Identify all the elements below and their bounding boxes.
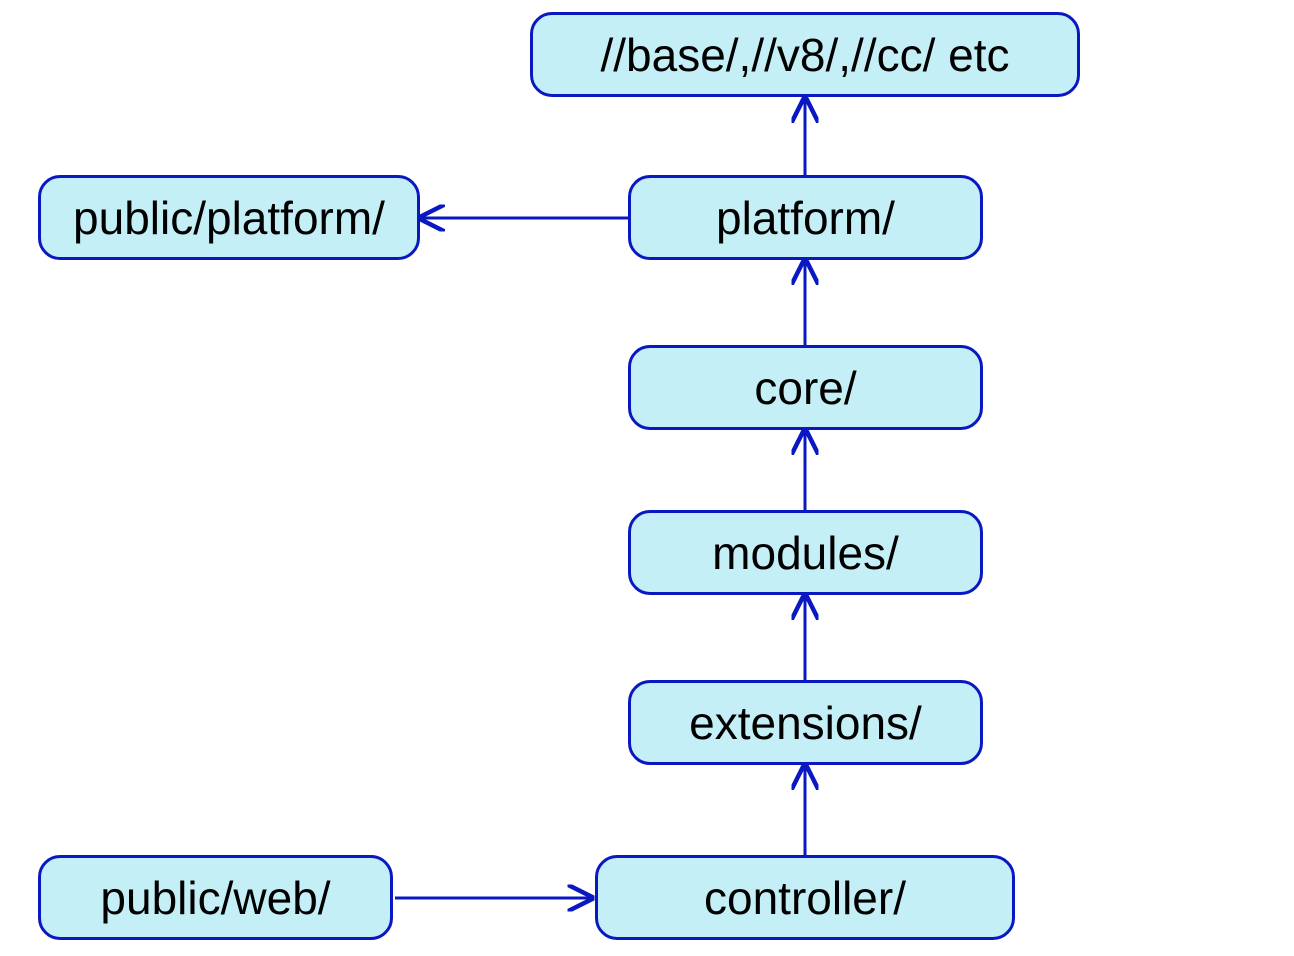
- node-platform: platform/: [628, 175, 983, 260]
- node-controller: controller/: [595, 855, 1015, 940]
- node-public-platform: public/platform/: [38, 175, 420, 260]
- node-extensions-label: extensions/: [689, 696, 922, 750]
- diagram-canvas: //base/,//v8/,//cc/ etc platform/ public…: [0, 0, 1294, 956]
- node-platform-label: platform/: [716, 191, 895, 245]
- node-controller-label: controller/: [704, 871, 906, 925]
- node-modules: modules/: [628, 510, 983, 595]
- node-base-label: //base/,//v8/,//cc/ etc: [600, 28, 1009, 82]
- node-public-web-label: public/web/: [100, 871, 330, 925]
- node-public-platform-label: public/platform/: [73, 191, 385, 245]
- node-core-label: core/: [754, 361, 856, 415]
- node-base: //base/,//v8/,//cc/ etc: [530, 12, 1080, 97]
- node-extensions: extensions/: [628, 680, 983, 765]
- node-modules-label: modules/: [712, 526, 899, 580]
- node-public-web: public/web/: [38, 855, 393, 940]
- node-core: core/: [628, 345, 983, 430]
- edges-layer: [0, 0, 1294, 956]
